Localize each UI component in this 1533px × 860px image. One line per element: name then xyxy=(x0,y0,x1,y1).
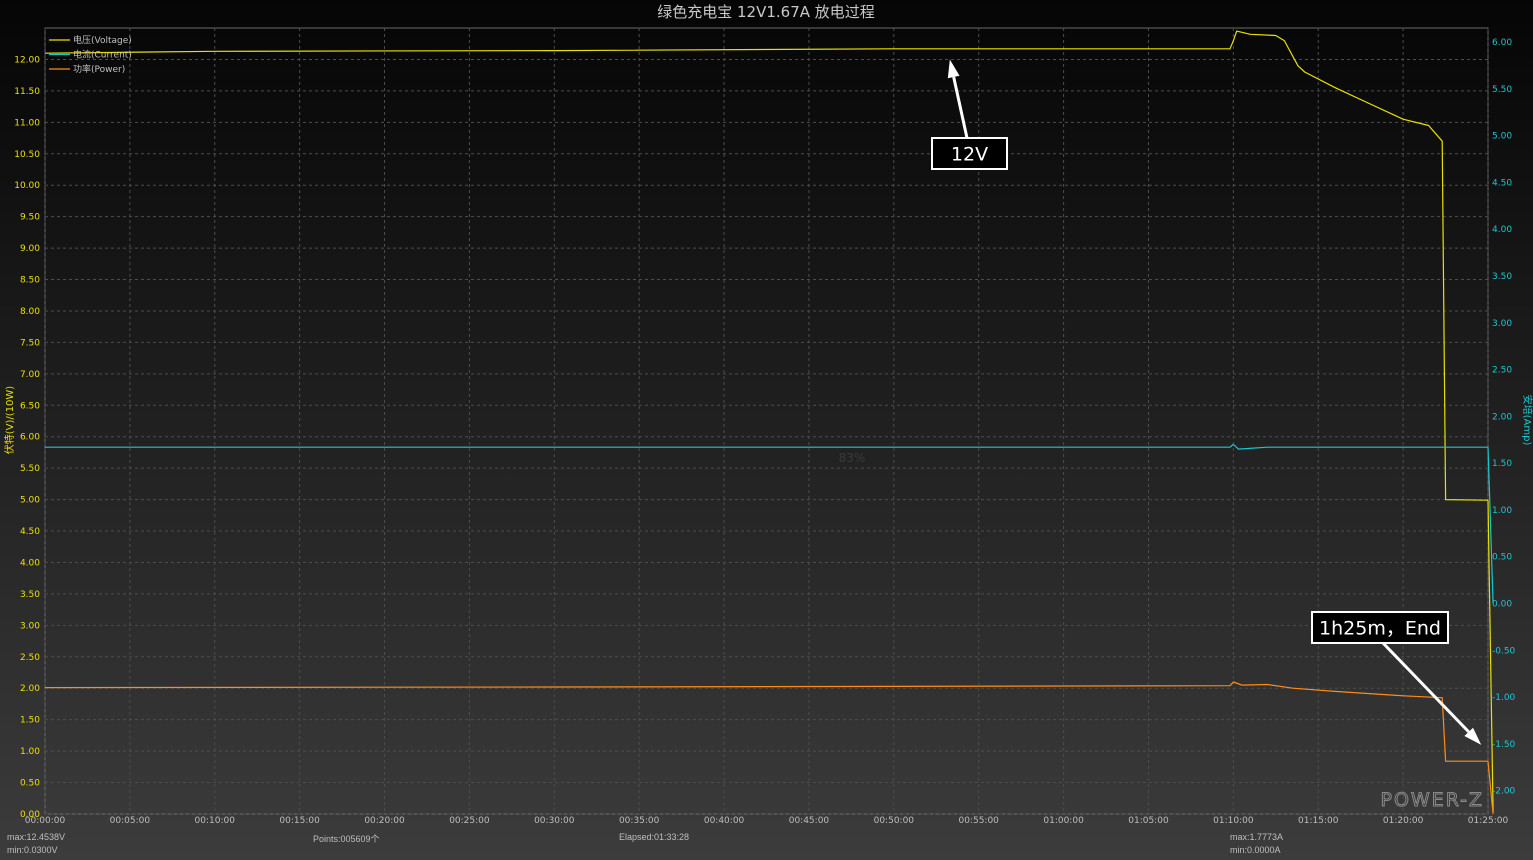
y-left-tick-label: 6.00 xyxy=(20,433,40,443)
y-left-tick-label: 8.50 xyxy=(20,276,40,286)
footer-left-min: min:0.0300V xyxy=(7,845,58,855)
y-left-tick-label: 11.00 xyxy=(14,118,40,128)
x-tick-label: 01:00:00 xyxy=(1043,816,1084,826)
legend: 电压(Voltage) 电流(Current) 功率(Power) xyxy=(49,34,132,75)
x-tick-label: 00:55:00 xyxy=(958,816,999,826)
y-left-tick-label: 1.00 xyxy=(20,747,40,757)
y-right-tick-label: -2.00 xyxy=(1492,787,1516,797)
y-right-tick-label: 3.00 xyxy=(1492,319,1512,329)
x-tick-label: 00:50:00 xyxy=(874,816,915,826)
footer-left-max: max:12.4538V xyxy=(7,832,66,842)
y-left-tick-label: 4.50 xyxy=(20,527,40,537)
x-tick-label: 00:30:00 xyxy=(534,816,575,826)
y-left-tick-label: 2.50 xyxy=(20,653,40,663)
discharge-chart: 0.00 0.50 1.00 1.50 2.00 2.50 3.00 3.50 4.00 4.50… xyxy=(0,0,1533,860)
y-right-tick-label: 5.00 xyxy=(1492,132,1512,142)
y-right-tick-label: -1.50 xyxy=(1492,740,1516,750)
y-left-tick-label: 7.50 xyxy=(20,338,40,348)
legend-label-2: 功率(Power) xyxy=(73,63,125,75)
footer-points: Points:005609个 xyxy=(313,834,380,844)
y-left-tick-label: 11.50 xyxy=(14,87,40,97)
y-right-tick-label: 6.00 xyxy=(1492,38,1512,48)
y-axis-left-label: 伏特(V)/(10W) xyxy=(3,386,16,455)
chart-background xyxy=(0,0,1533,860)
y-right-tick-label: -1.00 xyxy=(1492,693,1516,703)
y-axis-right-label: 安培(Amp) xyxy=(1521,395,1533,446)
x-tick-label: 01:10:00 xyxy=(1213,816,1254,826)
y-left-tick-label: 0.50 xyxy=(20,779,40,789)
y-left-tick-label: 9.00 xyxy=(20,244,40,254)
x-tick-label: 01:05:00 xyxy=(1128,816,1169,826)
x-tick-label: 01:20:00 xyxy=(1383,816,1424,826)
y-left-tick-label: 9.50 xyxy=(20,213,40,223)
footer-right-min: min:0.0000A xyxy=(1230,845,1281,855)
y-left-tick-label: 4.00 xyxy=(20,558,40,568)
annotation-label: 1h25m，End xyxy=(1319,618,1441,640)
annotation-label: 12V xyxy=(951,144,988,166)
y-right-tick-label: 4.00 xyxy=(1492,225,1512,235)
x-tick-label: 01:25:00 xyxy=(1468,816,1509,826)
y-right-tick-label: 5.50 xyxy=(1492,85,1512,95)
y-left-tick-label: 3.00 xyxy=(20,621,40,631)
y-left-tick-label: 7.00 xyxy=(20,370,40,380)
y-right-tick-label: 2.00 xyxy=(1492,412,1512,422)
y-right-tick-label: 1.50 xyxy=(1492,459,1512,469)
y-right-tick-label: 0.00 xyxy=(1492,599,1512,609)
y-right-tick-label: 2.50 xyxy=(1492,366,1512,376)
x-tick-label: 00:35:00 xyxy=(619,816,660,826)
y-left-tick-label: 10.50 xyxy=(14,150,40,160)
y-left-tick-label: 5.00 xyxy=(20,496,40,506)
y-right-tick-label: 3.50 xyxy=(1492,272,1512,282)
x-tick-label: 00:15:00 xyxy=(279,816,320,826)
y-left-tick-label: 2.00 xyxy=(20,684,40,694)
y-left-tick-label: 12.00 xyxy=(14,55,40,65)
watermark-percent: 83% xyxy=(839,451,866,465)
y-right-tick-label: 4.50 xyxy=(1492,178,1512,188)
x-tick-label: 00:25:00 xyxy=(449,816,490,826)
x-tick-label: 00:45:00 xyxy=(789,816,830,826)
y-left-tick-label: 8.00 xyxy=(20,307,40,317)
x-tick-label: 00:40:00 xyxy=(704,816,745,826)
y-left-tick-label: 1.50 xyxy=(20,716,40,726)
x-tick-label: 00:10:00 xyxy=(195,816,236,826)
legend-label-1: 电流(Current) xyxy=(73,49,132,61)
y-left-tick-label: 3.50 xyxy=(20,590,40,600)
y-right-tick-label: 1.00 xyxy=(1492,506,1512,516)
y-right-tick-label: 0.50 xyxy=(1492,553,1512,563)
chart-title: 绿色充电宝 12V1.67A 放电过程 xyxy=(657,3,875,21)
x-tick-label: 01:15:00 xyxy=(1298,816,1339,826)
y-left-tick-label: 5.50 xyxy=(20,464,40,474)
footer-right-max: max:1.7773A xyxy=(1230,832,1284,842)
power-z-logo: POWER-Z xyxy=(1380,789,1484,811)
footer-elapsed: Elapsed:01:33:28 xyxy=(619,832,690,842)
x-tick-label: 00:05:00 xyxy=(110,816,151,826)
y-left-tick-label: 10.00 xyxy=(14,181,40,191)
y-left-tick-label: 6.50 xyxy=(20,401,40,411)
y-right-tick-label: -0.50 xyxy=(1492,646,1516,656)
legend-label-0: 电压(Voltage) xyxy=(73,34,132,46)
screen: 0.00 0.50 1.00 1.50 2.00 2.50 3.00 3.50 4.00 4.50… xyxy=(0,0,1533,860)
x-tick-label: 00:20:00 xyxy=(364,816,405,826)
x-tick-label: 00:00:00 xyxy=(25,816,66,826)
